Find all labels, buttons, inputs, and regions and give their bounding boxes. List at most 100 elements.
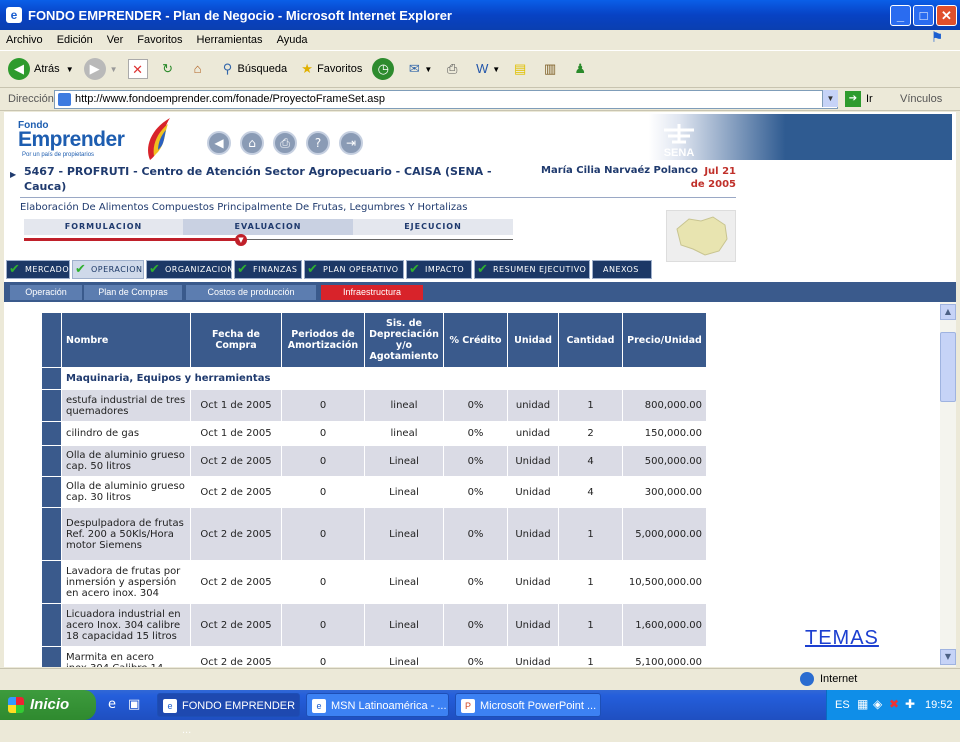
module-tab-organizacion[interactable]: ✔ ORGANIZACION: [146, 260, 233, 279]
cell-nombre: Olla de aluminio grueso cap. 50 litros: [61, 445, 191, 477]
nav-help-button[interactable]: ?: [306, 131, 330, 155]
menu-ver[interactable]: Ver: [107, 34, 124, 46]
table-row[interactable]: Despulpadora de frutas Ref. 200 a 50Kls/…: [41, 507, 707, 561]
menu-archivo[interactable]: Archivo: [6, 34, 43, 46]
language-indicator[interactable]: ES: [835, 699, 850, 711]
cell-fecha: Oct 2 de 2005: [190, 603, 282, 647]
scroll-up-icon[interactable]: ▲: [940, 304, 956, 320]
nav-print-button[interactable]: ⎙: [273, 131, 297, 155]
subtab-plan-de-compras[interactable]: Plan de Compras: [84, 285, 182, 300]
table-row[interactable]: Licuadora industrial en acero Inox. 304 …: [41, 603, 707, 647]
system-tray: ES ▦ ◈ ✖ ✚ 19:52: [826, 690, 960, 720]
module-tab-plan-operativo[interactable]: ✔ PLAN OPERATIVO: [304, 260, 404, 279]
address-input[interactable]: http://www.fondoemprender.com/fonade/Pro…: [54, 90, 838, 109]
cell-periodos: 0: [281, 421, 365, 446]
research-button[interactable]: ▥: [540, 59, 560, 79]
tray-volume-icon[interactable]: ◈: [873, 697, 882, 711]
subtab-costos-de-produccion[interactable]: Costos de producción: [186, 285, 316, 300]
sena-logo: SENA: [654, 122, 704, 159]
fondo-emprender-logo[interactable]: Fondo Emprender Por un país de propietar…: [18, 118, 170, 162]
print-button[interactable]: ⎙: [442, 59, 462, 79]
cell-precio: 5,000,000.00: [622, 507, 707, 561]
table-row[interactable]: Olla de aluminio grueso cap. 30 litros O…: [41, 476, 707, 508]
quicklaunch-desktop-icon[interactable]: ▣: [128, 697, 140, 712]
address-dropdown-icon[interactable]: ▼: [822, 90, 838, 107]
menu-edicion[interactable]: Edición: [57, 34, 93, 46]
edit-button[interactable]: W ▼: [472, 59, 500, 79]
mail-icon: ✉: [408, 61, 420, 76]
go-label: Ir: [866, 93, 873, 105]
check-icon: ✔: [75, 262, 87, 277]
taskbar: Inicio e ▣ e FONDO EMPRENDER ... e MSN L…: [0, 690, 960, 736]
table-row[interactable]: Olla de aluminio grueso cap. 50 litros O…: [41, 445, 707, 477]
cell-fecha: Oct 2 de 2005: [190, 445, 282, 477]
cell-cantidad: 1: [558, 389, 623, 422]
table-row[interactable]: estufa industrial de tres quemadores Oct…: [41, 389, 707, 422]
scroll-thumb[interactable]: [940, 332, 956, 402]
menu-herramientas[interactable]: Herramientas: [197, 34, 263, 46]
tray-app-icon[interactable]: ✚: [905, 697, 915, 711]
table-row[interactable]: cilindro de gas Oct 1 de 2005 0 lineal 0…: [41, 421, 707, 446]
close-button[interactable]: ✕: [936, 5, 957, 26]
search-button[interactable]: ⚲ Búsqueda: [218, 59, 287, 79]
phase-evaluacion[interactable]: EVALUACION: [183, 219, 353, 235]
maximize-button[interactable]: □: [913, 5, 934, 26]
module-tab-anexos[interactable]: ANEXOS: [592, 260, 652, 279]
subtab-operacion[interactable]: Operación: [10, 285, 82, 300]
forward-button[interactable]: ▶ ▼: [83, 58, 118, 80]
links-label[interactable]: Vínculos: [900, 93, 942, 105]
minimize-button[interactable]: _: [890, 5, 911, 26]
home-button[interactable]: ⌂: [188, 59, 208, 79]
module-tab-resumen-ejecutivo[interactable]: ✔ RESUMEN EJECUTIVO: [474, 260, 590, 279]
stop-button[interactable]: ✕: [127, 59, 148, 79]
menu-bar: Archivo Edición Ver Favoritos Herramient…: [0, 30, 960, 49]
refresh-button[interactable]: ↻: [158, 59, 178, 79]
row-lead: [41, 476, 62, 508]
search-icon: ⚲: [222, 61, 233, 76]
check-icon: ✔: [9, 262, 21, 277]
region-map: [666, 210, 736, 262]
start-button[interactable]: Inicio: [0, 690, 96, 720]
mail-button[interactable]: ✉ ▼: [404, 59, 432, 79]
cell-cantidad: 1: [558, 603, 623, 647]
cell-depreciacion: Lineal: [364, 476, 444, 508]
cell-credito: 0%: [443, 560, 508, 604]
module-tab-operacion[interactable]: ✔ OPERACION: [72, 260, 144, 279]
nav-exit-button[interactable]: ⇥: [339, 131, 363, 155]
module-tab-finanzas[interactable]: ✔ FINANZAS: [234, 260, 302, 279]
temas-link[interactable]: TEMAS: [805, 627, 879, 650]
phase-ejecucion[interactable]: EJECUCION: [353, 219, 513, 235]
nav-back-button[interactable]: ◀: [207, 131, 231, 155]
task-powerpoint[interactable]: P Microsoft PowerPoint ...: [455, 693, 601, 717]
favorites-button[interactable]: ★ Favoritos: [297, 59, 362, 79]
cell-depreciacion: Lineal: [364, 445, 444, 477]
tray-network-icon[interactable]: ▦: [857, 697, 868, 711]
cell-nombre: Licuadora industrial en acero Inox. 304 …: [61, 603, 191, 647]
windows-logo-icon: ⚑: [930, 30, 944, 46]
row-lead: [41, 507, 62, 561]
module-tab-mercado[interactable]: ✔ MERCADO: [6, 260, 70, 279]
menu-favoritos[interactable]: Favoritos: [137, 34, 182, 46]
cell-unidad: Unidad: [507, 646, 559, 667]
go-button[interactable]: ➔ Ir: [845, 91, 873, 107]
nav-back-icon: ◀: [214, 136, 224, 150]
menu-ayuda[interactable]: Ayuda: [277, 34, 308, 46]
task-msn[interactable]: e MSN Latinoamérica - ...: [306, 693, 449, 717]
scroll-down-icon[interactable]: ▼: [940, 649, 956, 665]
history-button[interactable]: ◷: [372, 58, 395, 80]
table-row[interactable]: Lavadora de frutas por inmersión y asper…: [41, 560, 707, 604]
task-fondo-emprender[interactable]: e FONDO EMPRENDER ...: [157, 693, 300, 736]
vertical-scrollbar[interactable]: ▲ ▼: [940, 302, 956, 667]
nav-home-button[interactable]: ⌂: [240, 131, 264, 155]
phase-formulacion[interactable]: FORMULACION: [24, 219, 183, 235]
subtab-infraestructura[interactable]: Infraestructura: [321, 285, 423, 300]
discuss-button[interactable]: ▤: [510, 59, 530, 79]
table-row[interactable]: Marmita en acero inox.304 Calibre 14. Oc…: [41, 646, 707, 667]
cell-unidad: unidad: [507, 421, 559, 446]
quicklaunch-ie-icon[interactable]: e: [108, 697, 116, 712]
module-tab-impacto[interactable]: ✔ IMPACTO: [406, 260, 472, 279]
tray-alert-icon[interactable]: ✖: [889, 697, 899, 711]
infrastructure-table: Nombre Fecha de Compra Periodos de Amort…: [41, 312, 707, 667]
messenger-button[interactable]: ♟: [570, 59, 590, 79]
back-button[interactable]: ◀ Atrás ▼: [8, 58, 74, 80]
